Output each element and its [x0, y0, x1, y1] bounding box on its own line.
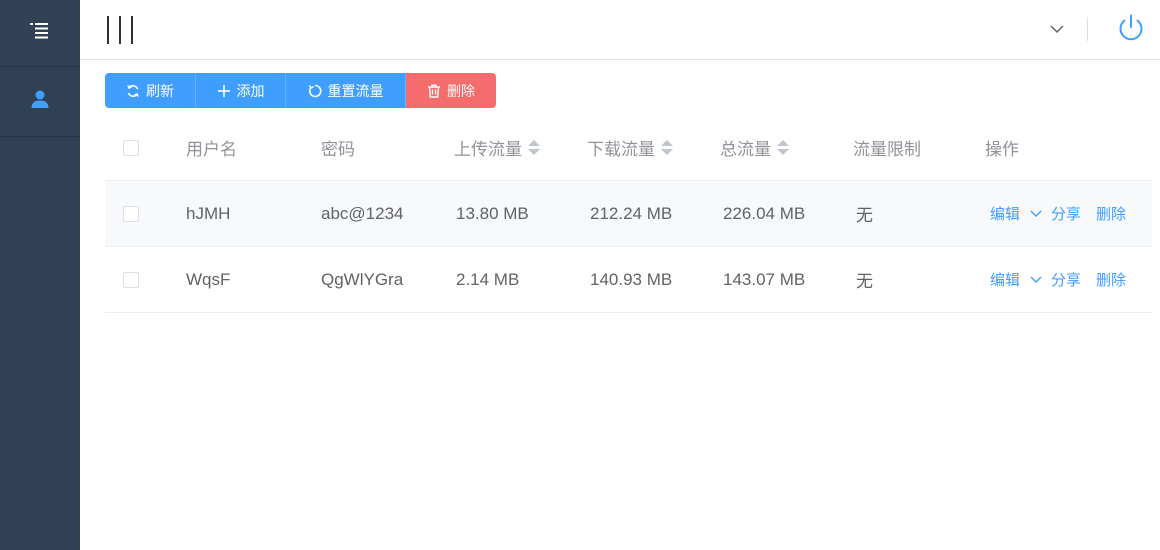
- sidebar-item-users[interactable]: [0, 67, 80, 137]
- cell-username: hJMH: [186, 203, 231, 223]
- cell-upload: 2.14 MB: [456, 269, 520, 289]
- header-divider: [1087, 17, 1088, 41]
- cell-password: abc@1234: [321, 203, 404, 223]
- cell-limit: 无: [856, 206, 873, 225]
- cell-username: WqsF: [186, 269, 231, 289]
- user-icon: [30, 89, 50, 114]
- chevron-down-icon[interactable]: [1030, 276, 1042, 284]
- list-menu-icon: [30, 22, 50, 45]
- header-password: 密码: [321, 140, 355, 159]
- sidebar-item-menu[interactable]: [0, 0, 80, 67]
- header-username: 用户名: [186, 140, 237, 159]
- select-all-checkbox[interactable]: [123, 139, 139, 156]
- cell-limit: 无: [856, 272, 873, 291]
- add-button-label: 添加: [236, 82, 265, 99]
- app-root: 刷新 添加 重置流量 删除 用户名 密码 上传流量 下载流量 总流量 流量限制 …: [0, 0, 1160, 550]
- table-row: hJMH abc@1234 13.80 MB 212.24 MB 226.04 …: [105, 181, 1152, 247]
- top-header: [80, 0, 1160, 60]
- toolbar: 刷新 添加 重置流量 删除: [105, 73, 496, 108]
- header-download-label: 下载流量: [587, 140, 655, 159]
- chevron-down-icon[interactable]: [1030, 210, 1042, 218]
- header-total-label: 总流量: [720, 140, 771, 159]
- refresh-button[interactable]: 刷新: [105, 73, 196, 108]
- sort-icon[interactable]: [777, 140, 789, 155]
- cell-total: 143.07 MB: [723, 269, 806, 289]
- edit-link[interactable]: 编辑: [990, 203, 1020, 224]
- header-download[interactable]: 下载流量: [587, 115, 673, 180]
- refresh-button-label: 刷新: [146, 82, 174, 99]
- plus-icon: [217, 84, 230, 97]
- cell-download: 212.24 MB: [590, 203, 673, 223]
- header-ops: 操作: [985, 140, 1019, 159]
- row-checkbox[interactable]: [123, 271, 139, 288]
- row-actions: 编辑 分享 删除: [990, 181, 1126, 246]
- delete-link[interactable]: 删除: [1096, 203, 1126, 224]
- delete-button-label: 删除: [447, 82, 475, 99]
- cell-upload: 13.80 MB: [456, 203, 529, 223]
- trash-icon: [428, 83, 440, 98]
- row-checkbox[interactable]: [123, 205, 139, 222]
- delete-link[interactable]: 删除: [1096, 269, 1126, 290]
- header-upload[interactable]: 上传流量: [454, 115, 540, 180]
- share-link[interactable]: 分享: [1051, 203, 1081, 224]
- cell-download: 140.93 MB: [590, 269, 673, 289]
- reset-icon: [308, 84, 322, 97]
- power-icon[interactable]: [1116, 13, 1146, 43]
- share-link[interactable]: 分享: [1051, 269, 1081, 290]
- refresh-icon: [127, 84, 139, 97]
- sort-icon[interactable]: [528, 140, 540, 155]
- add-button[interactable]: 添加: [196, 73, 286, 108]
- table-row: WqsF QgWlYGra 2.14 MB 140.93 MB 143.07 M…: [105, 247, 1152, 313]
- sidebar: [0, 0, 80, 550]
- sort-icon[interactable]: [661, 140, 673, 155]
- reset-traffic-button[interactable]: 重置流量: [286, 73, 406, 108]
- users-table: 用户名 密码 上传流量 下载流量 总流量 流量限制 操作 hJMH abc@12…: [105, 115, 1152, 313]
- row-actions: 编辑 分享 删除: [990, 247, 1126, 312]
- cell-total: 226.04 MB: [723, 203, 806, 223]
- reset-traffic-button-label: 重置流量: [327, 82, 384, 99]
- chevron-down-icon[interactable]: [1048, 20, 1066, 38]
- header-limit: 流量限制: [853, 140, 921, 159]
- table-header: 用户名 密码 上传流量 下载流量 总流量 流量限制 操作: [105, 115, 1152, 181]
- cell-password: QgWlYGra: [321, 269, 404, 289]
- header-total[interactable]: 总流量: [720, 115, 789, 180]
- header-upload-label: 上传流量: [454, 140, 522, 159]
- edit-link[interactable]: 编辑: [990, 269, 1020, 290]
- hamburger-icon[interactable]: [107, 16, 133, 44]
- delete-button[interactable]: 删除: [406, 73, 496, 108]
